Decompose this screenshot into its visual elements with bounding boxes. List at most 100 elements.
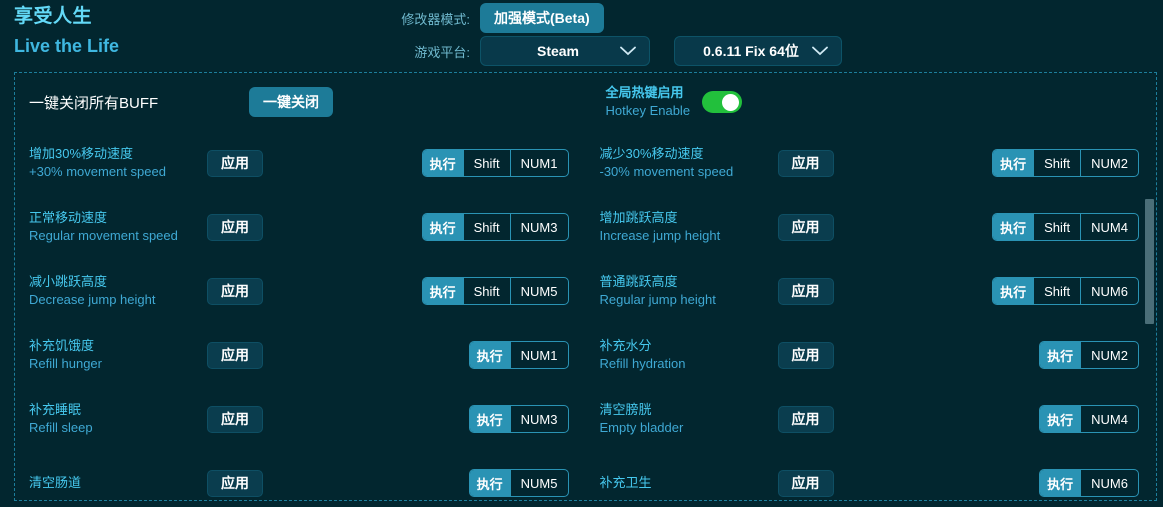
hotkey-exec-label[interactable]: 执行 (422, 150, 463, 176)
apply-button[interactable]: 应用 (207, 277, 263, 305)
hotkey-wrap: 执行 Shift NUM2 (983, 149, 1157, 177)
cheat-label-cn: 补充卫生 (599, 475, 652, 490)
platform-dropdown[interactable]: Steam (480, 36, 650, 66)
hotkey-modifier[interactable]: Shift (1033, 214, 1080, 240)
apply-button[interactable]: 应用 (207, 405, 263, 433)
cheat-cell-right: 清空膀胱 Empty bladder 应用 执行 NUM4 (586, 387, 1157, 451)
hotkey-modifier[interactable]: Shift (1033, 278, 1080, 304)
cheat-label-en: Empty bladder (599, 420, 684, 435)
hotkey-key[interactable]: NUM1 (509, 150, 568, 176)
hotkey-exec-label[interactable]: 执行 (469, 470, 510, 496)
hotkey-wrap: 执行 NUM5 (412, 469, 586, 497)
cheat-label-cn: 增加30%移动速度 (29, 146, 134, 161)
apply-button[interactable]: 应用 (207, 341, 263, 369)
cheat-label-en: Regular movement speed (29, 228, 178, 243)
hotkey-enable-toggle[interactable] (702, 91, 743, 113)
apply-button[interactable]: 应用 (207, 213, 263, 241)
game-platform-row: 游戏平台: Steam 0.6.11 Fix 64位 (388, 33, 1008, 69)
hotkey-exec-label[interactable]: 执行 (469, 342, 510, 368)
apply-wrap: 应用 (777, 341, 983, 369)
cheats-panel: 一键关闭所有BUFF 一键关闭 全局热键启用 Hotkey Enable 增加3… (14, 72, 1157, 501)
vertical-scrollbar-thumb[interactable] (1145, 199, 1154, 324)
hotkey-chip[interactable]: 执行 NUM4 (1039, 405, 1139, 433)
hotkey-key[interactable]: NUM4 (1080, 214, 1138, 240)
cheat-label-cn: 减小跳跃高度 (29, 274, 108, 289)
hotkey-key[interactable]: NUM2 (1080, 150, 1138, 176)
version-dropdown[interactable]: 0.6.11 Fix 64位 (674, 36, 842, 66)
hotkey-exec-label[interactable]: 执行 (1040, 406, 1081, 432)
hotkey-exec-label[interactable]: 执行 (993, 150, 1034, 176)
cheat-labels: 减少30%移动速度 -30% movement speed (586, 145, 778, 181)
hotkey-chip[interactable]: 执行 NUM2 (1039, 341, 1139, 369)
toggle-knob (722, 93, 740, 111)
hotkey-key[interactable]: NUM6 (1080, 278, 1138, 304)
apply-button[interactable]: 应用 (207, 149, 263, 177)
apply-button[interactable]: 应用 (777, 469, 834, 497)
apply-wrap: 应用 (207, 405, 412, 433)
cheat-label-en: +30% movement speed (29, 164, 166, 179)
cheat-label-cn: 补充水分 (599, 338, 652, 353)
hotkey-key[interactable]: NUM4 (1080, 406, 1138, 432)
cheat-row: 正常移动速度 Regular movement speed 应用 执行 Shift NUM… (15, 195, 1156, 259)
hotkey-exec-label[interactable]: 执行 (1040, 470, 1081, 496)
cheat-cell-left: 清空肠道 应用 执行 NUM5 (15, 451, 586, 500)
hotkey-key[interactable]: NUM2 (1080, 342, 1138, 368)
cheat-labels: 增加跳跃高度 Increase jump height (586, 209, 778, 245)
hotkey-chip[interactable]: 执行 Shift NUM4 (992, 213, 1139, 241)
hotkey-chip[interactable]: 执行 Shift NUM2 (992, 149, 1139, 177)
hotkey-chip[interactable]: 执行 NUM5 (468, 469, 569, 497)
hotkey-modifier[interactable]: Shift (462, 150, 510, 176)
hotkey-exec-label[interactable]: 执行 (1040, 342, 1081, 368)
app-title-block: 享受人生 Live the Life (14, 4, 119, 59)
hotkey-exec-label[interactable]: 执行 (422, 278, 463, 304)
hotkey-key[interactable]: NUM3 (509, 214, 568, 240)
apply-wrap: 应用 (777, 405, 983, 433)
hotkey-key[interactable]: NUM5 (509, 278, 568, 304)
hotkey-enable-group: 全局热键启用 Hotkey Enable (586, 84, 743, 120)
hotkey-chip[interactable]: 执行 NUM3 (468, 405, 569, 433)
apply-button[interactable]: 应用 (777, 405, 834, 433)
vertical-scrollbar-track[interactable] (1145, 147, 1154, 494)
cheat-label-cn: 清空肠道 (29, 475, 82, 490)
app-title-en: Live the Life (14, 36, 120, 56)
hotkey-modifier[interactable]: Shift (462, 214, 510, 240)
hotkey-chip[interactable]: 执行 Shift NUM3 (421, 213, 569, 241)
cheat-label-cn: 普通跳跃高度 (599, 274, 678, 289)
hotkey-modifier[interactable]: Shift (1033, 150, 1080, 176)
hotkey-key[interactable]: NUM1 (509, 342, 568, 368)
apply-button[interactable]: 应用 (777, 277, 834, 305)
hotkey-wrap: 执行 Shift NUM4 (983, 213, 1157, 241)
hotkey-exec-label[interactable]: 执行 (469, 406, 510, 432)
panel-topbar: 一键关闭所有BUFF 一键关闭 全局热键启用 Hotkey Enable (15, 73, 1156, 131)
apply-wrap: 应用 (777, 149, 983, 177)
apply-button[interactable]: 应用 (207, 469, 263, 497)
hotkey-modifier[interactable]: Shift (462, 278, 510, 304)
cheat-labels: 补充卫生 (586, 474, 778, 492)
hotkey-chip[interactable]: 执行 Shift NUM6 (992, 277, 1139, 305)
apply-wrap: 应用 (777, 277, 983, 305)
hotkey-chip[interactable]: 执行 NUM6 (1039, 469, 1139, 497)
cheat-rows-host: 增加30%移动速度 +30% movement speed 应用 执行 Shift NUM… (15, 131, 1157, 500)
apply-wrap: 应用 (207, 213, 412, 241)
hotkey-key[interactable]: NUM3 (509, 406, 568, 432)
cheat-label-en: Refill hydration (599, 356, 686, 371)
hotkey-chip[interactable]: 执行 Shift NUM5 (421, 277, 569, 305)
apply-button[interactable]: 应用 (777, 149, 834, 177)
apply-button[interactable]: 应用 (777, 341, 834, 369)
hotkey-enable-labels: 全局热键启用 Hotkey Enable (606, 84, 691, 120)
hotkey-key[interactable]: NUM6 (1080, 470, 1138, 496)
hotkey-key[interactable]: NUM5 (509, 470, 568, 496)
close-all-button[interactable]: 一键关闭 (249, 87, 333, 117)
cheat-label-cn: 增加跳跃高度 (599, 210, 678, 225)
hotkey-chip[interactable]: 执行 Shift NUM1 (421, 149, 569, 177)
platform-dropdown-value: Steam (536, 43, 580, 59)
hotkey-exec-label[interactable]: 执行 (993, 214, 1034, 240)
hotkey-exec-label[interactable]: 执行 (993, 278, 1034, 304)
trainer-mode-button[interactable]: 加强模式(Beta) (480, 3, 604, 33)
apply-wrap: 应用 (777, 469, 983, 497)
cheat-labels: 补充睡眠 Refill sleep (15, 401, 207, 437)
apply-button[interactable]: 应用 (777, 213, 834, 241)
hotkey-exec-label[interactable]: 执行 (422, 214, 463, 240)
cheat-row: 减小跳跃高度 Decrease jump height 应用 执行 Shift NUM5 普… (15, 259, 1156, 323)
hotkey-chip[interactable]: 执行 NUM1 (468, 341, 569, 369)
